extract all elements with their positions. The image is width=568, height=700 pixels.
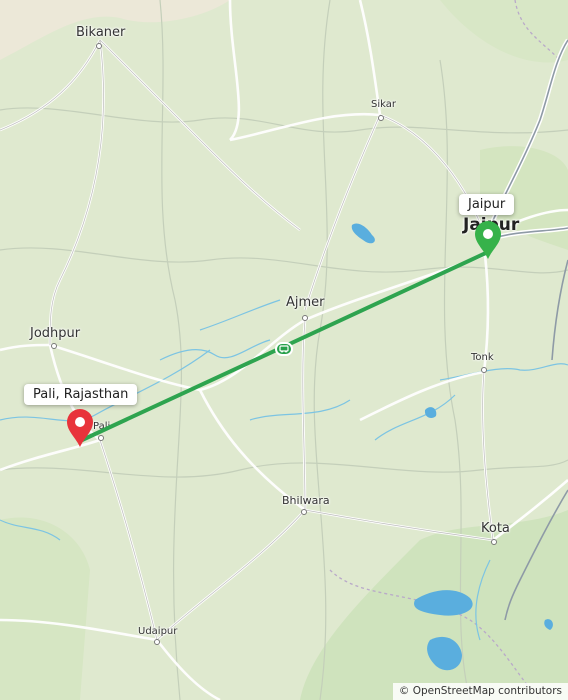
origin-tooltip: Pali, Rajasthan [24,384,138,405]
city-dot-udaipur [154,639,160,645]
city-label-bhilwara: Bhilwara [282,494,330,507]
city-dot-sikar [378,115,384,121]
city-dot-tonk [481,367,487,373]
destination-tooltip: Jaipur [459,194,515,215]
city-dot-pali [98,435,104,441]
map-view[interactable]: Bikaner Sikar Jaipur Jodhpur Ajmer Tonk … [0,0,568,700]
city-dot-kota [491,539,497,545]
city-label-sikar: Sikar [371,99,396,110]
destination-marker-icon[interactable] [473,220,503,260]
city-label-udaipur: Udaipur [138,626,178,637]
city-label-kota: Kota [481,521,510,536]
transport-icon[interactable] [275,342,293,356]
city-dot-jodhpur [51,343,57,349]
city-dot-bhilwara [301,509,307,515]
city-dot-ajmer [302,315,308,321]
city-label-bikaner: Bikaner [76,25,126,40]
origin-marker-icon[interactable] [65,408,95,448]
city-label-tonk: Tonk [471,352,494,363]
city-label-pali: Pali [93,421,111,432]
city-label-ajmer: Ajmer [286,295,325,310]
map-attribution[interactable]: © OpenStreetMap contributors [392,683,568,700]
city-dot-bikaner [96,43,102,49]
city-label-jodhpur: Jodhpur [30,326,81,341]
